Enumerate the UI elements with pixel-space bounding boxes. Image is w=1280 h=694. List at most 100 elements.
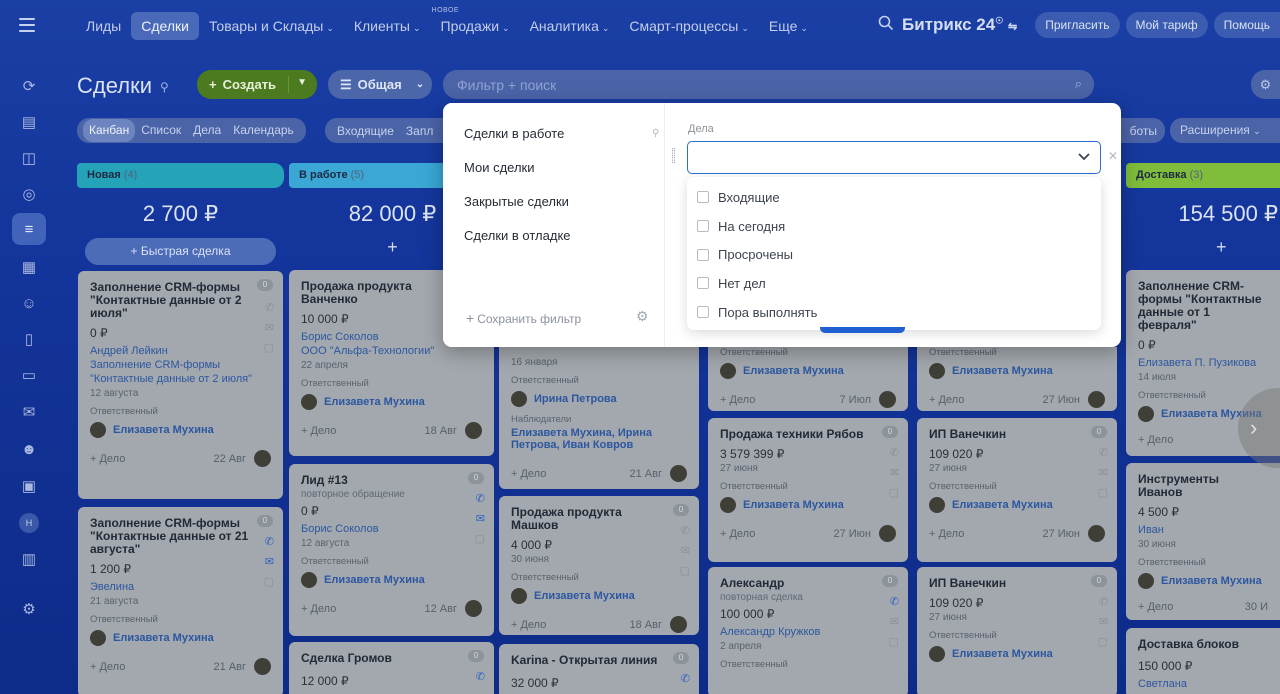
- tasks-icon[interactable]: ▤: [19, 112, 39, 132]
- gear-icon[interactable]: ⚙: [636, 308, 649, 325]
- counter-planned[interactable]: Запл: [400, 124, 439, 138]
- deal-title[interactable]: ИП Ванечкин: [929, 428, 1105, 441]
- add-activity[interactable]: + Дело: [90, 661, 125, 673]
- deal-title[interactable]: Доставка блоков: [1138, 638, 1268, 651]
- chat-icon[interactable]: ▢: [889, 635, 899, 648]
- sites-icon[interactable]: ◎: [19, 184, 39, 204]
- extensions-button[interactable]: Расширения ⌄: [1170, 118, 1280, 143]
- activities-select[interactable]: [687, 141, 1101, 174]
- add-activity[interactable]: + Дело: [301, 603, 336, 615]
- mail-icon[interactable]: ✉: [1099, 466, 1108, 479]
- dropdown-option[interactable]: Просрочены: [687, 240, 1101, 269]
- phone-icon[interactable]: ✆: [890, 595, 899, 608]
- nav-item-2[interactable]: Товары и Склады ⌄: [199, 12, 344, 40]
- dropdown-option[interactable]: На сегодня: [687, 212, 1101, 241]
- deal-card[interactable]: 0 ✆ ✉ ▢ Продажа техники Рябов 3 579 399 …: [708, 418, 908, 562]
- mail-icon[interactable]: ✉: [265, 321, 274, 334]
- card-icon[interactable]: ▭: [19, 365, 39, 385]
- responsible[interactable]: Елизавета Мухина: [90, 630, 271, 646]
- phone-icon[interactable]: ✆: [476, 670, 485, 683]
- help-button[interactable]: Помощь: [1213, 12, 1280, 38]
- phone-icon[interactable]: ✆: [476, 492, 485, 505]
- preset-in-progress[interactable]: Сделки в работе: [464, 126, 564, 141]
- nav-item-4[interactable]: НОВОЕ Продажи ⌄: [431, 7, 520, 40]
- company-link[interactable]: Заполнение CRM-формы "Контактные данные …: [90, 358, 271, 386]
- create-button[interactable]: + Создать ▼: [197, 70, 317, 99]
- deal-card[interactable]: 0 ✆ ✉ ▢ Заполнение CRM-формы "Контактные…: [78, 507, 283, 694]
- chat-icon[interactable]: ▢: [889, 486, 899, 499]
- view-mode-2[interactable]: Дела: [187, 119, 227, 142]
- phone-icon[interactable]: ✆: [1099, 595, 1108, 608]
- deal-card[interactable]: 0 ✆ ✉ ▢ Лид #13 повторное обращение 0 ₽ …: [289, 464, 494, 636]
- chat-icon[interactable]: ▢: [680, 564, 690, 577]
- checkbox[interactable]: [697, 191, 709, 204]
- checkbox[interactable]: [697, 248, 709, 261]
- planner-icon[interactable]: ▥: [19, 549, 39, 569]
- filter-search-input[interactable]: Фильтр + поиск ⌕: [443, 70, 1094, 99]
- add-activity[interactable]: + Дело: [90, 453, 125, 465]
- add-activity[interactable]: + Дело: [511, 468, 546, 480]
- preset-my-deals[interactable]: Мои сделки: [464, 160, 535, 175]
- phone-icon[interactable]: ✆: [1099, 446, 1108, 459]
- view-mode-0[interactable]: Канбан: [83, 119, 136, 142]
- document-icon[interactable]: ▯: [19, 329, 39, 349]
- deal-card[interactable]: 0 ✆ ✉ ▢ Заполнение CRM-формы "Контактные…: [78, 271, 283, 499]
- deal-card[interactable]: 0 ✆ Karina - Открытая линия 32 000 ₽: [499, 644, 699, 694]
- contact-link[interactable]: Андрей Лейкин: [90, 344, 271, 358]
- settings-icon[interactable]: ⚙: [19, 599, 39, 619]
- deal-title[interactable]: Заполнение CRM-формы "Контактные данные …: [90, 281, 271, 320]
- responsible[interactable]: Елизавета Мухина: [929, 646, 1105, 662]
- nav-item-1[interactable]: Сделки: [131, 12, 199, 40]
- phone-icon[interactable]: ✆: [890, 446, 899, 459]
- crm-icon[interactable]: ≡: [12, 213, 46, 245]
- quick-deal-button[interactable]: + Быстрая сделка: [85, 238, 276, 265]
- contact-link[interactable]: Елизавета П. Пузикова: [1138, 356, 1268, 370]
- dropdown-option[interactable]: Нет дел: [687, 269, 1101, 298]
- mail-icon[interactable]: ✉: [19, 402, 39, 422]
- responsible[interactable]: Елизавета Мухина: [929, 497, 1105, 513]
- robots-tab[interactable]: боты: [1115, 118, 1165, 143]
- pin-icon[interactable]: ⚲: [160, 80, 169, 94]
- contact-link[interactable]: Борис Соколов: [301, 522, 482, 536]
- contact-link[interactable]: Иван: [1138, 523, 1268, 537]
- save-filter-button[interactable]: + Сохранить фильтр: [466, 310, 581, 326]
- responsible[interactable]: Елизавета Мухина: [301, 394, 482, 410]
- observers[interactable]: Елизавета Мухина, Ирина Петрова, Иван Ко…: [511, 427, 687, 451]
- calendar-icon[interactable]: ▦: [19, 257, 39, 277]
- deal-title[interactable]: Заполнение CRM-формы "Контактные данные …: [1138, 280, 1268, 332]
- deal-title[interactable]: Продажа техники Рябов: [720, 428, 896, 441]
- user-avatar[interactable]: Н: [19, 513, 39, 533]
- responsible[interactable]: Елизавета Мухина: [720, 363, 896, 379]
- add-activity[interactable]: + Дело: [929, 528, 964, 540]
- search-icon[interactable]: ⌕: [1075, 76, 1082, 92]
- nav-item-7[interactable]: Еще ⌄: [759, 12, 818, 40]
- chat-icon[interactable]: ▢: [1098, 486, 1108, 499]
- search-icon[interactable]: [878, 15, 894, 36]
- pin-icon[interactable]: ⚲: [652, 128, 659, 139]
- contact-link[interactable]: Александр Кружков: [720, 625, 896, 639]
- deal-card[interactable]: 0 ✆ ✉ ▢ Продажа продукта Машков 4 000 ₽ …: [499, 496, 699, 635]
- pulse-icon[interactable]: ⟳: [19, 76, 39, 96]
- deal-title[interactable]: Karina - Открытая линия: [511, 654, 687, 667]
- category-selector[interactable]: ☰ Общая ⌄: [328, 70, 432, 99]
- nav-item-0[interactable]: Лиды: [76, 12, 131, 40]
- phone-icon[interactable]: ✆: [265, 535, 274, 548]
- settings-gear-button[interactable]: ⚙: [1251, 70, 1280, 99]
- menu-icon[interactable]: [19, 18, 35, 36]
- robot-icon[interactable]: ☺: [19, 293, 39, 313]
- contacts-icon[interactable]: ☻: [19, 439, 39, 459]
- preset-debug-deals[interactable]: Сделки в отладке: [464, 228, 571, 243]
- responsible[interactable]: Елизавета Мухина: [90, 422, 271, 438]
- column-header[interactable]: Доставка (3): [1126, 163, 1280, 188]
- deal-title[interactable]: Продажа продукта Машков: [511, 506, 687, 532]
- mail-icon[interactable]: ✉: [890, 615, 899, 628]
- deal-card[interactable]: 0 ✆ ✉ ▢ Александр повторная сделка 100 0…: [708, 567, 908, 694]
- mail-icon[interactable]: ✉: [681, 544, 690, 557]
- deal-card[interactable]: 16 января Ответственный Ирина Петрова На…: [499, 347, 699, 489]
- chat-icon[interactable]: ▢: [1098, 635, 1108, 648]
- dropdown-option[interactable]: Входящие: [687, 183, 1101, 212]
- deal-card[interactable]: Ответственный Елизавета Мухина + Дело 27 …: [917, 347, 1117, 411]
- mail-icon[interactable]: ✉: [1099, 615, 1108, 628]
- add-activity[interactable]: + Дело: [1138, 601, 1173, 613]
- deal-card[interactable]: 0 ✆ ✉ ▢ ИП Ванечкин 109 020 ₽ 27 июня От…: [917, 567, 1117, 694]
